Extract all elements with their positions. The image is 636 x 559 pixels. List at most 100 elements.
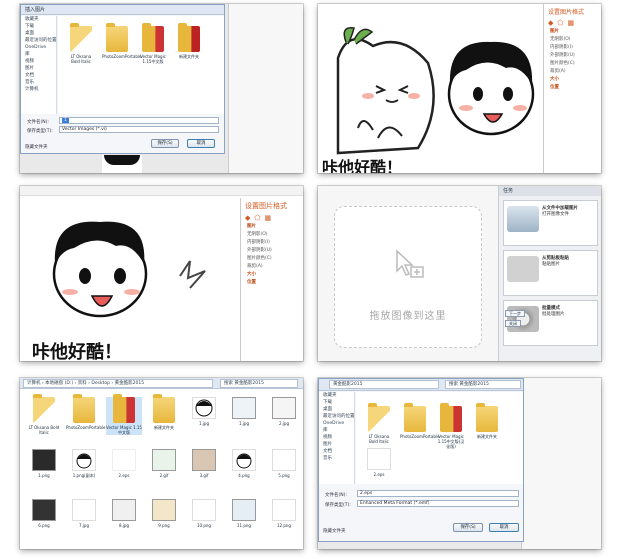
file-item[interactable]: 2.jpg — [266, 397, 302, 426]
nav-item[interactable]: 库 — [21, 51, 56, 58]
nav-item[interactable]: 图片 — [21, 65, 56, 72]
pane-option[interactable]: 裁剪(A) — [544, 67, 601, 75]
nav-item[interactable]: 库 — [319, 427, 354, 434]
close-button[interactable]: 关闭 — [505, 320, 521, 327]
task-card-clipboard[interactable]: 从剪贴板粘贴 粘贴图片 — [503, 250, 598, 296]
nav-item[interactable]: 视频 — [21, 58, 56, 65]
file-item[interactable]: 1.png(副本) — [66, 449, 102, 478]
nav-item[interactable]: 文档 — [319, 448, 354, 455]
nav-item[interactable]: 视频 — [319, 434, 354, 441]
nav-item[interactable]: 文档 — [21, 72, 56, 79]
filename-field[interactable]: 1 — [59, 117, 219, 124]
nav-item[interactable]: 桌面 — [21, 30, 56, 37]
pane-option[interactable]: 内部阴影(I) — [544, 43, 601, 51]
file-item[interactable]: 1.png — [26, 449, 62, 478]
pane-section[interactable]: 大小 — [241, 270, 303, 278]
file-item[interactable]: PhotoZoomPortable — [400, 403, 439, 439]
nav-item[interactable]: 音乐 — [21, 79, 56, 86]
pane-section[interactable]: 大小 — [544, 75, 601, 83]
panel-artwork-2: 咔他好酷！ 设置图片格式 ◆ ⬠ ▦ 图片 无阴影(O) 内部阴影(I) 外部阴… — [318, 4, 601, 173]
file-item[interactable]: 2.eps — [364, 448, 394, 477]
search-input[interactable]: 搜索 黄金酷影2015 — [445, 380, 521, 389]
file-item[interactable]: Vector Magic 1.15中文版 — [138, 23, 168, 64]
file-item[interactable]: 新建文件夹 — [146, 394, 182, 430]
nav-item[interactable]: 桌面 — [319, 406, 354, 413]
cancel-button[interactable]: 取消 — [187, 139, 215, 148]
file-item[interactable]: 11.png — [226, 499, 262, 528]
save-button[interactable]: 保存(S) — [453, 523, 483, 532]
file-item[interactable]: PhotoZoomPortable — [102, 23, 141, 59]
file-item[interactable]: 7.jpg — [66, 499, 102, 528]
size-icon[interactable]: ▦ — [264, 214, 271, 222]
pane-option[interactable]: 图片颜色(C) — [241, 254, 303, 262]
hide-folders-link[interactable]: 隐藏文件夹 — [25, 144, 48, 150]
file-item[interactable]: Vector Magic 1.15中文版(汉化版) — [436, 403, 466, 449]
file-item[interactable]: 5.png — [266, 449, 302, 478]
fill-icon[interactable]: ◆ — [245, 214, 250, 222]
pane-option[interactable]: 外部阴影(U) — [544, 51, 601, 59]
file-item[interactable]: 10.png — [186, 499, 222, 528]
size-icon[interactable]: ▦ — [567, 19, 574, 27]
pane-section[interactable]: 图片 — [241, 222, 303, 230]
pane-option[interactable]: 无阴影(O) — [241, 230, 303, 238]
pane-option[interactable]: 外部阴影(U) — [241, 246, 303, 254]
nav-item[interactable]: 下载 — [21, 23, 56, 30]
pane-section[interactable]: 图片 — [544, 27, 601, 35]
file-item[interactable]: 12.png — [266, 499, 302, 528]
file-item[interactable]: LT Oksana Bold Italic — [66, 23, 96, 64]
file-item[interactable]: 3.gif — [186, 449, 222, 478]
file-item[interactable]: 新建文件夹 — [174, 23, 204, 59]
nav-item[interactable]: OneDrive — [21, 44, 56, 51]
breadcrumb[interactable]: 黄金酷影2015 — [329, 380, 439, 389]
file-item[interactable]: LT Oksana Bold Italic — [26, 394, 62, 435]
file-item[interactable]: 新建文件夹 — [472, 403, 502, 439]
pane-section[interactable]: 位置 — [241, 278, 303, 286]
filename-field[interactable]: 2.eps — [357, 490, 519, 497]
file-item-selected[interactable]: Vector Magic 1.15中文版 — [106, 394, 142, 435]
nav-item[interactable]: 收藏夹 — [21, 16, 56, 23]
filetype-select[interactable]: Vector Images (*.vi) — [59, 126, 219, 133]
card-title: 从剪贴板粘贴 — [542, 256, 569, 261]
save-dialog-window: 黄金酷影2015 搜索 黄金酷影2015 收藏夹 下载 桌面 最近访问的位置 O… — [318, 378, 524, 542]
nav-item[interactable]: 图片 — [319, 441, 354, 448]
pane-option[interactable]: 无阴影(O) — [544, 35, 601, 43]
file-item[interactable]: 1.jpg — [186, 397, 222, 426]
file-item[interactable]: 2.gif — [146, 449, 182, 478]
nav-item[interactable]: OneDrive — [319, 420, 354, 427]
filename-label: 文件名(N): — [325, 493, 347, 498]
drop-zone[interactable]: 拖放图像到这里 — [334, 206, 482, 348]
nav-tree[interactable]: 收藏夹 下载 桌面 最近访问的位置 OneDrive 库 视频 图片 文档 音乐 — [319, 392, 355, 484]
nav-item[interactable]: 最近访问的位置 — [21, 37, 57, 44]
pane-option[interactable]: 内部阴影(I) — [241, 238, 303, 246]
pane-option[interactable]: 裁剪(A) — [241, 262, 303, 270]
hide-folders-link[interactable]: 隐藏文件夹 — [323, 528, 346, 534]
file-item[interactable]: 8.jpg — [106, 499, 142, 528]
file-item[interactable]: 4.png — [226, 449, 262, 478]
sparkle-art — [179, 260, 206, 289]
filetype-select[interactable]: Enhanced Meta Format (*.emf) — [357, 500, 519, 507]
nav-item[interactable]: 音乐 — [319, 455, 354, 462]
pane-option[interactable]: 图片颜色(C) — [544, 59, 601, 67]
breadcrumb[interactable]: 计算机 › 本地磁盘 (D:) › 资料 › Desktop › 黄金酷影201… — [23, 379, 213, 388]
fill-icon[interactable]: ◆ — [548, 19, 553, 27]
search-input[interactable]: 搜索 黄金酷影2015 — [220, 379, 298, 388]
file-item[interactable]: 6.png — [26, 499, 62, 528]
task-card-load-file[interactable]: 从文件中加载图片 打开图像文件 — [503, 200, 598, 246]
pane-section[interactable]: 位置 — [544, 83, 601, 91]
file-item[interactable]: LT Oksana Bold Italic — [364, 403, 394, 444]
pentagon-icon[interactable]: ⬠ — [254, 214, 260, 222]
file-item[interactable]: PhotoZoomPortable — [66, 394, 105, 430]
save-button[interactable]: 保存(S) — [151, 139, 179, 148]
nav-item[interactable]: 下载 — [319, 399, 354, 406]
nav-item[interactable]: 最近访问的位置 — [319, 413, 355, 420]
file-item[interactable]: 9.png — [146, 499, 182, 528]
cancel-button[interactable]: 取消 — [489, 523, 519, 532]
file-item[interactable]: 2.eps — [106, 449, 142, 478]
nav-tree[interactable]: 收藏夹 下载 桌面 最近访问的位置 OneDrive 库 视频 图片 文档 音乐… — [21, 16, 57, 114]
file-item[interactable]: 1.jpg — [226, 397, 262, 426]
filename-label: 文件名(N): — [27, 120, 49, 125]
nav-item[interactable]: 计算机 — [21, 86, 56, 93]
next-button[interactable]: 下一步 — [505, 310, 525, 317]
pentagon-icon[interactable]: ⬠ — [557, 19, 563, 27]
nav-item[interactable]: 收藏夹 — [319, 392, 354, 399]
